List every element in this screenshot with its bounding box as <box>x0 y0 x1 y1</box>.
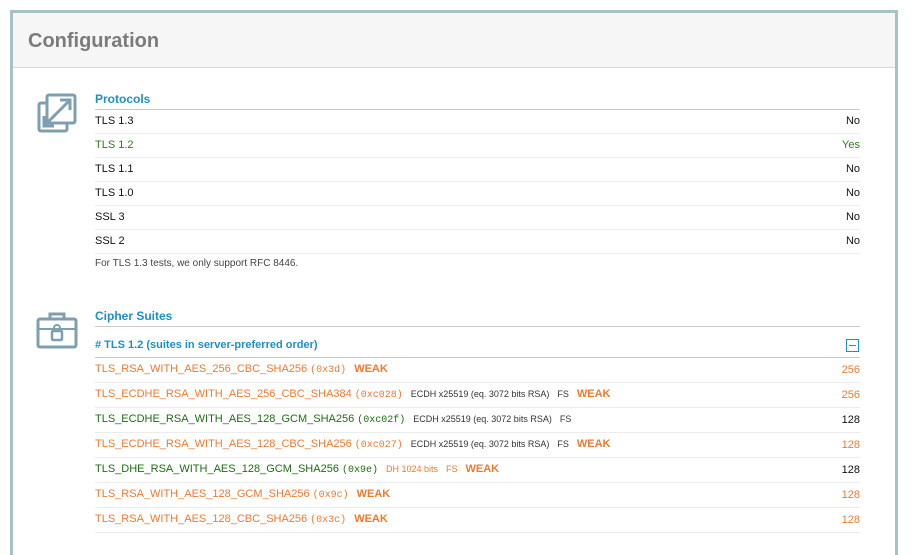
cipher-suite-row: TLS_ECDHE_RSA_WITH_AES_128_GCM_SHA256 (0x… <box>95 408 860 433</box>
protocol-row: SSL 2 No <box>95 230 860 254</box>
cipher-suite-info: TLS_RSA_WITH_AES_128_GCM_SHA256 (0x9c) WEA… <box>95 482 390 508</box>
tls12-group-header: # TLS 1.2 (suites in server-preferred or… <box>95 333 860 358</box>
cipher-suite-code: (0xc027) <box>354 440 403 451</box>
cipher-strength-bits: 128 <box>841 514 860 526</box>
protocols-title: Protocols <box>95 90 860 110</box>
cipher-strength-bits: 128 <box>841 489 860 501</box>
forward-secrecy-badge: FS <box>557 439 569 449</box>
protocols-content: Protocols TLS 1.3 No TLS 1.2 Yes TLS 1.1 No TL… <box>95 90 860 269</box>
cipher-suite-code: (0x3c) <box>310 515 347 526</box>
cipher-strength-bits: 256 <box>841 389 860 401</box>
protocol-name: TLS 1.2 <box>95 139 134 151</box>
cipher-suite-info: TLS_ECDHE_RSA_WITH_AES_128_CBC_SHA256 (0x… <box>95 432 611 458</box>
protocol-row: TLS 1.2 Yes <box>95 134 860 158</box>
protocol-name: SSL 3 <box>95 211 125 223</box>
cipher-suite-code: (0x9e) <box>341 465 378 476</box>
cipher-strength-bits: 128 <box>841 464 860 476</box>
protocol-support-value: No <box>845 187 860 199</box>
cipher-suite-row: TLS_RSA_WITH_AES_256_CBC_SHA256 (0x3d) WEA… <box>95 358 860 383</box>
cipher-suite-row: TLS_RSA_WITH_AES_128_CBC_SHA256 (0x3c) WEA… <box>95 508 860 533</box>
protocol-name: TLS 1.0 <box>95 187 134 199</box>
key-exchange-detail: ECDH x25519 (eq. 3072 bits RSA) <box>413 414 552 424</box>
weak-badge: WEAK <box>576 388 611 400</box>
resize-arrows-icon <box>37 93 77 133</box>
protocol-row: SSL 3 No <box>95 206 860 230</box>
panel-header: Configuration <box>13 13 895 68</box>
protocol-row: TLS 1.0 No <box>95 182 860 206</box>
forward-secrecy-badge: FS <box>446 464 458 474</box>
cipher-suite-code: (0x9c) <box>312 490 349 501</box>
cipher-suite-info: TLS_ECDHE_RSA_WITH_AES_128_GCM_SHA256 (0x… <box>95 407 571 433</box>
cipher-suite-name: TLS_ECDHE_RSA_WITH_AES_128_CBC_SHA256 <box>95 438 352 450</box>
cipher-suite-info: TLS_DHE_RSA_WITH_AES_128_GCM_SHA256 (0x9e… <box>95 457 499 483</box>
cipher-suites-content: Cipher Suites # TLS 1.2 (suites in serve… <box>95 307 860 533</box>
protocol-name: TLS 1.1 <box>95 163 134 175</box>
forward-secrecy-badge: FS <box>557 389 569 399</box>
cipher-suite-name: TLS_ECDHE_RSA_WITH_AES_128_GCM_SHA256 <box>95 413 355 425</box>
weak-badge: WEAK <box>356 488 391 500</box>
page-title: Configuration <box>28 30 160 52</box>
cipher-suite-name: TLS_RSA_WITH_AES_256_CBC_SHA256 <box>95 363 308 375</box>
protocol-support-value: No <box>845 211 860 223</box>
cipher-suite-info: TLS_RSA_WITH_AES_128_CBC_SHA256 (0x3c) WEA… <box>95 507 388 533</box>
cipher-suite-row: TLS_ECDHE_RSA_WITH_AES_128_CBC_SHA256 (0x… <box>95 433 860 458</box>
weak-badge: WEAK <box>576 438 611 450</box>
cipher-suite-name: TLS_ECDHE_RSA_WITH_AES_256_CBC_SHA384 <box>95 388 352 400</box>
cipher-suite-info: TLS_ECDHE_RSA_WITH_AES_256_CBC_SHA384 (0x… <box>95 382 611 408</box>
cipher-suite-code: (0xc028) <box>354 390 403 401</box>
protocol-row: TLS 1.3 No <box>95 110 860 134</box>
protocol-support-value: No <box>845 163 860 175</box>
cipher-suite-info: TLS_RSA_WITH_AES_256_CBC_SHA256 (0x3d) WEA… <box>95 357 388 383</box>
weak-badge: WEAK <box>465 463 500 475</box>
cipher-suites-title: Cipher Suites <box>95 307 860 327</box>
cipher-strength-bits: 128 <box>841 439 860 451</box>
weak-badge: WEAK <box>354 513 388 525</box>
protocol-name: TLS 1.3 <box>95 115 134 127</box>
cipher-strength-bits: 256 <box>841 364 860 376</box>
protocol-support-value: No <box>845 115 860 127</box>
protocol-support-value: No <box>845 235 860 247</box>
protocol-name: SSL 2 <box>95 235 125 247</box>
cipher-suite-code: (0x3d) <box>310 365 347 376</box>
configuration-panel: Configuration Protocols TLS 1.3 No TLS 1.2… <box>10 10 898 555</box>
cipher-suite-name: TLS_RSA_WITH_AES_128_GCM_SHA256 <box>95 488 310 500</box>
key-exchange-detail: ECDH x25519 (eq. 3072 bits RSA) <box>410 389 550 399</box>
minus-square-icon[interactable] <box>846 338 859 352</box>
cipher-suite-code: (0xc02f) <box>357 415 406 426</box>
cipher-suite-name: TLS_DHE_RSA_WITH_AES_128_GCM_SHA256 <box>95 463 339 475</box>
cipher-suite-name: TLS_RSA_WITH_AES_128_CBC_SHA256 <box>95 513 308 525</box>
forward-secrecy-badge: FS <box>559 414 572 424</box>
key-exchange-detail: ECDH x25519 (eq. 3072 bits RSA) <box>410 439 550 449</box>
key-exchange-detail: DH 1024 bits <box>385 464 438 474</box>
protocols-note: For TLS 1.3 tests, we only support RFC 8… <box>95 258 299 269</box>
tls12-group-label: # TLS 1.2 (suites in server-preferred or… <box>95 339 318 351</box>
protocol-support-value: Yes <box>842 139 860 151</box>
cipher-strength-bits: 128 <box>841 414 860 426</box>
cipher-suite-row: TLS_RSA_WITH_AES_128_GCM_SHA256 (0x9c) WEA… <box>95 483 860 508</box>
weak-badge: WEAK <box>354 363 388 375</box>
cipher-suite-row: TLS_ECDHE_RSA_WITH_AES_256_CBC_SHA384 (0x… <box>95 383 860 408</box>
cipher-suite-row: TLS_DHE_RSA_WITH_AES_128_GCM_SHA256 (0x9e… <box>95 458 860 483</box>
toolbox-lock-icon <box>36 312 78 349</box>
protocol-row: TLS 1.1 No <box>95 158 860 182</box>
